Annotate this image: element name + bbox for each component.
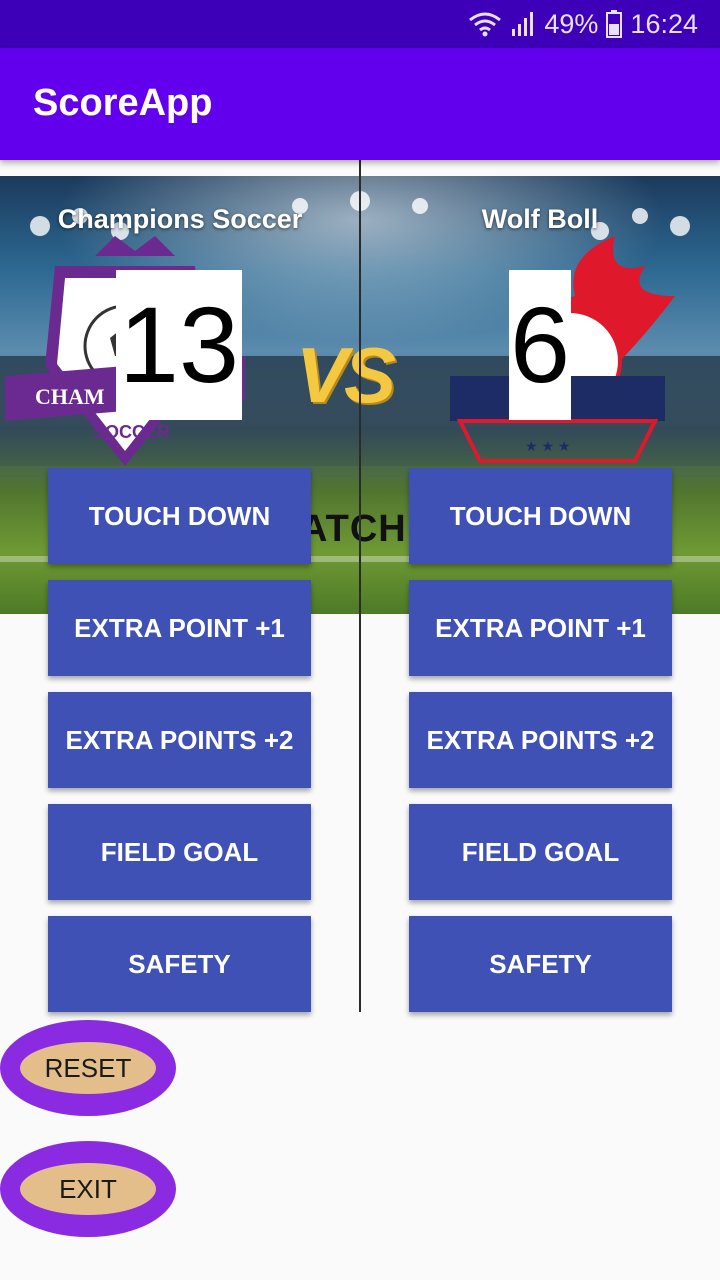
team-a-safety-button[interactable]: SAFETY [48, 916, 311, 1012]
battery-percent: 49% [544, 8, 599, 39]
reset-label: RESET [20, 1042, 156, 1094]
team-divider [359, 160, 361, 1012]
signal-icon [512, 12, 534, 36]
app-title: ScoreApp [33, 82, 213, 124]
svg-text:CHAM: CHAM [35, 384, 105, 409]
wolf-boll-logo: ★ ★ ★ [450, 236, 675, 463]
team-b-safety-button[interactable]: SAFETY [409, 916, 672, 1012]
battery-icon [606, 10, 623, 38]
vs-text: VS [296, 331, 396, 419]
team-a-extra-points-2-button[interactable]: EXTRA POINTS +2 [48, 692, 311, 788]
status-icons: 49% 16:24 [468, 6, 698, 42]
team-b-name: Wolf Boll [481, 204, 599, 234]
clock: 16:24 [630, 8, 698, 39]
status-bar: 49% 16:24 [0, 0, 720, 48]
team-a-extra-point-button[interactable]: EXTRA POINT +1 [48, 580, 311, 676]
exit-button[interactable]: EXIT [0, 1141, 176, 1237]
reset-button[interactable]: RESET [0, 1020, 176, 1116]
svg-text:★ ★ ★: ★ ★ ★ [525, 438, 570, 454]
team-a-name: Champions Soccer [57, 204, 303, 234]
team-b-touch-down-button[interactable]: TOUCH DOWN [409, 468, 672, 564]
team-b-extra-points-2-button[interactable]: EXTRA POINTS +2 [409, 692, 672, 788]
wifi-icon [469, 12, 502, 37]
app-bar: ScoreApp [0, 48, 720, 160]
team-b-field-goal-button[interactable]: FIELD GOAL [409, 804, 672, 900]
svg-text:SOCCER: SOCCER [93, 422, 170, 442]
exit-label: EXIT [20, 1163, 156, 1215]
team-b-score: 6 [509, 270, 571, 420]
team-b-extra-point-button[interactable]: EXTRA POINT +1 [409, 580, 672, 676]
team-a-score: 13 [116, 270, 242, 420]
team-a-touch-down-button[interactable]: TOUCH DOWN [48, 468, 311, 564]
team-a-field-goal-button[interactable]: FIELD GOAL [48, 804, 311, 900]
